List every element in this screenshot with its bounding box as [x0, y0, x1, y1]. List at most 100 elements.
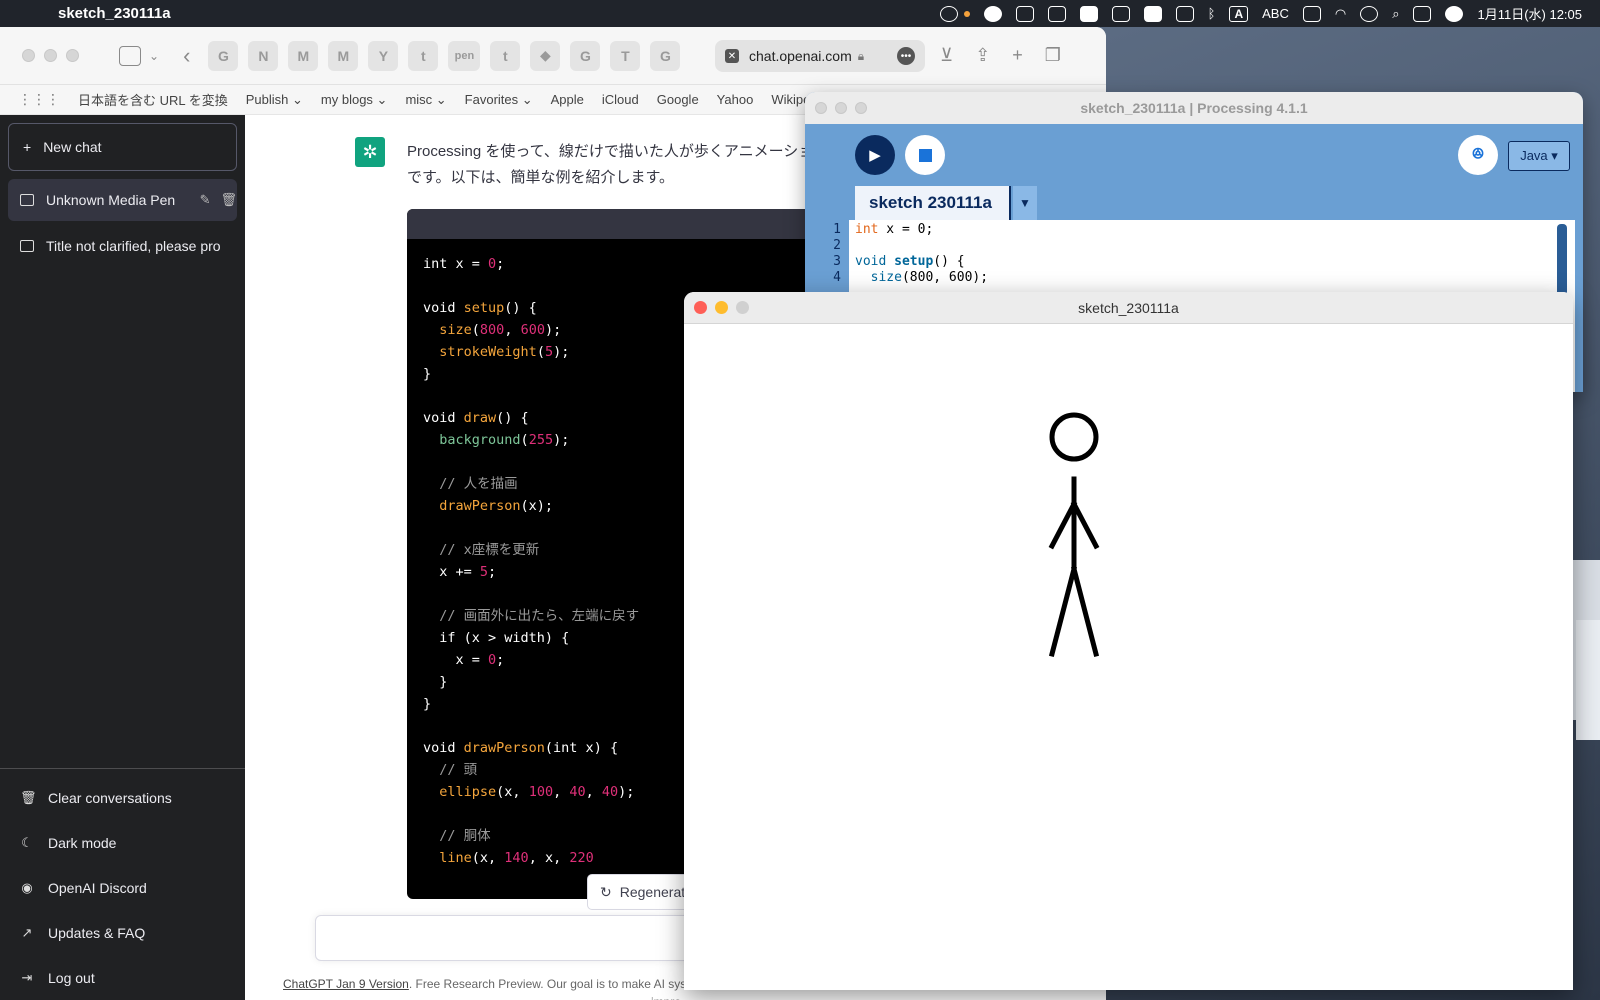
cube-icon[interactable] [1143, 5, 1162, 22]
chat-actions: ✎ 🗑︎ [200, 192, 237, 208]
stick-figure-right-arm [1070, 500, 1100, 550]
favorite-tab[interactable]: t [490, 40, 521, 71]
share-icon[interactable]: ⇪ [975, 45, 990, 66]
bookmark-item[interactable]: my blogs ⌄ [321, 92, 388, 108]
spotlight-search-icon[interactable]: ⌕ [1392, 6, 1399, 22]
time-machine-icon[interactable] [1360, 5, 1379, 22]
code-line: int x = 0; [855, 222, 934, 237]
external-link-icon: ↗ [21, 924, 33, 940]
clear-conversations-button[interactable]: 🗑︎ Clear conversations [0, 775, 245, 820]
bookmark-item[interactable]: misc ⌄ [405, 92, 446, 108]
bluetooth-icon[interactable]: ᛒ [1208, 6, 1216, 21]
input-source-icon[interactable]: A [1229, 5, 1249, 22]
stick-figure-right-leg [1070, 565, 1100, 658]
new-tab-icon[interactable]: + [1012, 45, 1023, 66]
logout-icon: ⇥ [21, 969, 33, 985]
bookmark-item[interactable]: 日本語を含む URL を変換 [78, 90, 228, 109]
new-chat-button[interactable]: + New chat [8, 123, 237, 171]
dark-mode-button[interactable]: ☾ Dark mode [0, 820, 245, 865]
mode-selector[interactable]: Java ▾ [1508, 141, 1570, 171]
close-window-button[interactable] [815, 102, 827, 114]
stick-figure-left-leg [1048, 565, 1078, 658]
menu-app-title[interactable]: sketch_230111a [58, 5, 171, 22]
message-line: です。以下は、簡単な例を紹介します。 [407, 169, 675, 186]
favorite-tab[interactable]: Y [368, 40, 399, 71]
favorite-tab[interactable]: G [570, 40, 601, 71]
drive-icon[interactable] [1111, 5, 1130, 22]
line-icon[interactable] [983, 5, 1002, 22]
minimize-window-button[interactable] [835, 102, 847, 114]
chevron-down-icon[interactable]: ⌄ [149, 49, 159, 63]
favorite-tab[interactable]: G [208, 40, 239, 71]
close-window-button[interactable] [22, 49, 35, 62]
favorite-tab[interactable]: T [610, 40, 641, 71]
more-icon[interactable]: ••• [897, 47, 915, 65]
downloads-icon[interactable]: ⊻ [940, 45, 953, 66]
favorite-tab[interactable]: N [248, 40, 279, 71]
line-number: 3 [833, 254, 841, 269]
processing-window-title: sketch_230111a | Processing 4.1.1 [1080, 100, 1308, 116]
tab-menu-arrow-icon[interactable]: ▼ [1013, 186, 1037, 220]
sketch-tab[interactable]: sketch 230111a [855, 186, 1011, 220]
favorite-tab[interactable]: M [328, 40, 359, 71]
minimize-window-button[interactable] [44, 49, 57, 62]
updates-faq-link[interactable]: ↗ Updates & FAQ [0, 910, 245, 955]
chat-history-item[interactable]: Unknown Media Pen ✎ 🗑︎ [8, 179, 237, 221]
menu-label: OpenAI Discord [48, 879, 147, 896]
menu-clock[interactable]: 1月11日(水) 12:05 [1477, 4, 1582, 23]
url-text[interactable]: chat.openai.com [749, 48, 852, 64]
menu-label: Dark mode [48, 834, 117, 851]
tab-overview-icon[interactable]: ❐ [1045, 45, 1061, 66]
trash-icon[interactable]: 🗑︎ [220, 192, 237, 208]
stick-figure-head [1049, 412, 1099, 462]
favorite-tab[interactable]: t [408, 40, 439, 71]
version-link[interactable]: ChatGPT Jan 9 Version [283, 977, 409, 991]
zoom-window-button[interactable] [736, 301, 749, 314]
assistant-message: Processing を使って、線だけで描いた人が歩くアニメーション です。以下… [407, 139, 847, 191]
run-button[interactable]: ▶ [855, 135, 895, 175]
zoom-window-button[interactable] [855, 102, 867, 114]
siri-icon[interactable] [1445, 5, 1464, 22]
shield-icon[interactable] [1079, 5, 1098, 22]
sketch-canvas[interactable] [684, 324, 1573, 990]
new-chat-label: New chat [43, 139, 102, 155]
favorites-bar: G N M M Y t pen t ◆ G T G [208, 40, 681, 71]
safari-toolbar-right: ⊻ ⇪ + ❐ [940, 45, 1061, 66]
bookmark-item[interactable]: Apple [551, 92, 584, 107]
control-center-icon[interactable] [1413, 5, 1432, 22]
sidebar-toggle-icon[interactable] [119, 45, 141, 66]
windows-icon[interactable] [1175, 5, 1194, 22]
bookmark-item[interactable]: Google [657, 92, 699, 107]
chat-bubble-icon [20, 194, 34, 206]
creative-cloud-icon[interactable] [939, 5, 958, 22]
bookmark-item[interactable]: Yahoo [717, 92, 754, 107]
bookmark-item[interactable]: Favorites ⌄ [465, 92, 533, 108]
bookmark-item[interactable]: iCloud [602, 92, 639, 107]
bookmark-item[interactable]: Publish ⌄ [246, 92, 303, 108]
line-number: 1 [833, 222, 841, 237]
wifi-icon[interactable]: ◠ [1335, 6, 1346, 22]
back-button[interactable]: ‹ [183, 43, 190, 69]
stop-button[interactable] [905, 135, 945, 175]
notification-dot [963, 10, 970, 17]
layers-icon[interactable] [1015, 5, 1034, 22]
favorite-tab[interactable]: pen [448, 40, 481, 71]
favorite-tab[interactable]: ◆ [530, 40, 561, 71]
input-source-label[interactable]: ABC [1262, 6, 1289, 21]
zoom-window-button[interactable] [66, 49, 79, 62]
debug-button[interactable]: ꔮ [1458, 135, 1498, 175]
desktop-background-window-2 [1576, 620, 1600, 740]
dropbox-icon[interactable] [1047, 5, 1066, 22]
battery-icon[interactable] [1302, 5, 1321, 22]
address-bar[interactable]: ✕ chat.openai.com 🔒︎ ••• [715, 40, 925, 72]
grid-icon[interactable]: ⋮⋮⋮ [18, 91, 60, 108]
favorite-tab[interactable]: M [288, 40, 319, 71]
code-line: void setup() { [855, 254, 965, 269]
log-out-button[interactable]: ⇥ Log out [0, 955, 245, 1000]
favorite-tab[interactable]: G [650, 40, 681, 71]
minimize-window-button[interactable] [715, 301, 728, 314]
chat-history-item[interactable]: Title not clarified, please pro [8, 225, 237, 267]
close-window-button[interactable] [694, 301, 707, 314]
discord-link[interactable]: ◉ OpenAI Discord [0, 865, 245, 910]
edit-icon[interactable]: ✎ [200, 192, 211, 208]
